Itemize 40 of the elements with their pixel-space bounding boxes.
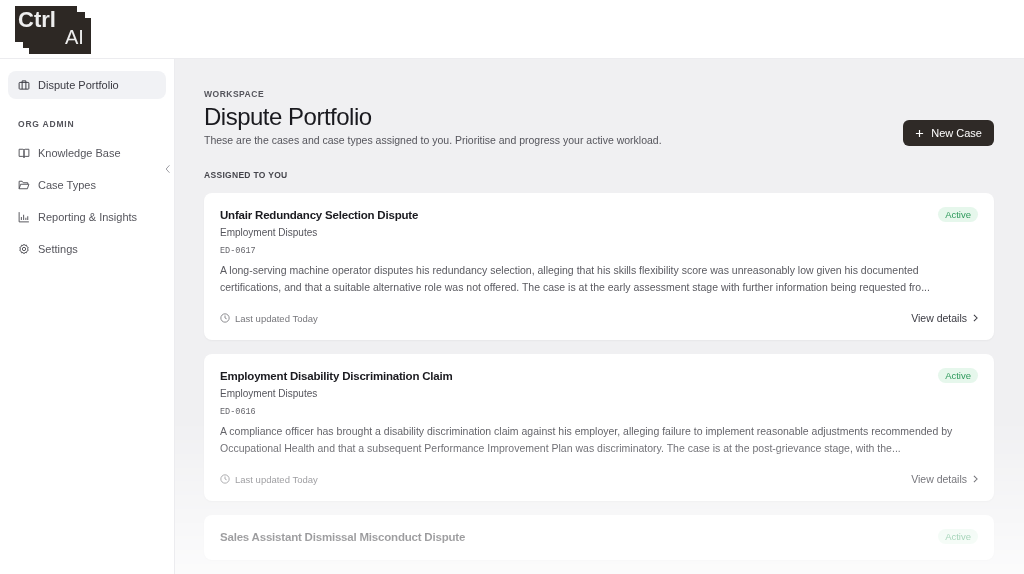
case-type: Employment Disputes: [220, 227, 319, 238]
case-type: Employment Disputes: [220, 388, 319, 399]
sidebar-item[interactable]: Settings: [8, 235, 166, 263]
status-badge: Active: [938, 368, 978, 383]
page-subtitle: These are the cases and case types assigned to you. Prioritise and progress your active workload.: [204, 134, 662, 146]
sidebar-item[interactable]: Reporting & Insights: [8, 203, 166, 231]
view-details-link[interactable]: View details: [911, 473, 978, 485]
case-card[interactable]: [204, 193, 994, 340]
case-card[interactable]: [204, 354, 994, 501]
gear-icon: [18, 243, 30, 255]
briefcase-icon: [18, 79, 30, 91]
case-title: Sales Assistant Dismissal Misconduct Dispute: [220, 530, 466, 543]
chart-icon: [18, 211, 30, 223]
eyebrow-label: WORKSPACE: [204, 89, 266, 99]
chevron-right-icon: [973, 475, 978, 483]
collapse-chevron-icon[interactable]: [165, 164, 171, 174]
new-case-button[interactable]: New Case: [903, 120, 994, 146]
case-id: ED-0617: [220, 246, 257, 256]
last-updated: Last updated Today: [235, 473, 318, 485]
chevron-right-icon: [973, 314, 978, 322]
sidebar-item[interactable]: Dispute Portfolio: [8, 71, 166, 99]
case-description: A long-serving machine operator disputes his redundancy selection, alleging that his skills flexibility score was unreasonably low given his documented certifications, and that a suitable alternative role was not offered. The case is at the early assessment stage with further information being requested fro...: [220, 263, 931, 295]
sidebar-item[interactable]: Knowledge Base: [8, 139, 166, 167]
sidebar-item[interactable]: Case Types: [8, 171, 166, 199]
section-heading: ASSIGNED TO YOU: [204, 170, 289, 180]
case-title: Unfair Redundancy Selection Dispute: [220, 208, 419, 221]
case-id: ED-0616: [220, 407, 257, 417]
status-badge: Active: [938, 529, 978, 544]
section-heading: ORG ADMIN: [17, 118, 76, 131]
book-icon: [18, 147, 30, 159]
plus-icon: [915, 128, 925, 138]
clock-icon: [220, 474, 230, 484]
folder-icon: [18, 179, 30, 191]
case-title: Employment Disability Discrimination Claim: [220, 369, 453, 382]
clock-icon: [220, 313, 230, 323]
status-badge: Active: [938, 207, 978, 222]
view-details-link[interactable]: View details: [911, 312, 978, 324]
page-title: Dispute Portfolio: [204, 103, 373, 131]
last-updated: Last updated Today: [235, 312, 318, 324]
case-description: A compliance officer has brought a disability discrimination claim against his employer, alleging failure to implement reasonable adjustments recommended by Occupational Health and that a subsequent Performance Improvement Plan was discriminatory. The case is at the post-grievance stage, with the...: [220, 424, 954, 456]
